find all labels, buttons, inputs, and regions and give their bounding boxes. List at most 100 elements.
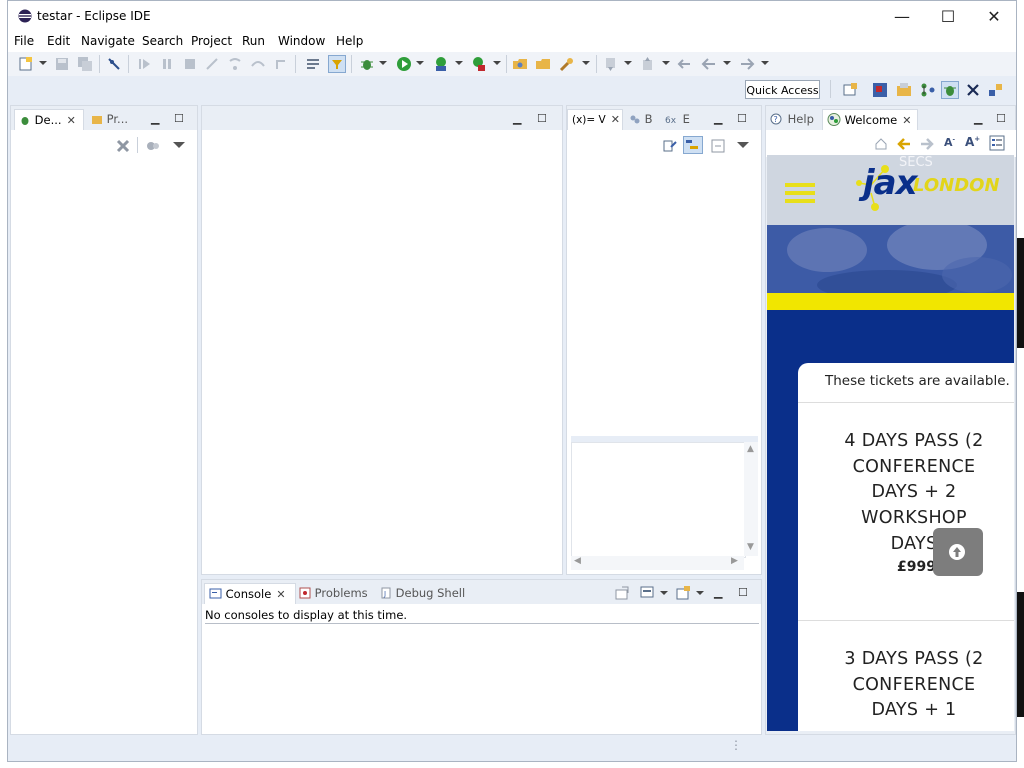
pass-3days-title[interactable]: 3 DAYS PASS (2 CONFERENCE DAYS + 1 — [798, 647, 1014, 724]
maximize-panel-icon[interactable]: ☐ — [174, 112, 184, 125]
collapse-all-icon[interactable] — [145, 138, 161, 154]
tab-debug[interactable]: De... ✕ — [14, 109, 84, 130]
next-annotation-dropdown-arrow[interactable] — [624, 61, 632, 65]
java-perspective-icon[interactable] — [872, 82, 888, 98]
step-over-icon[interactable] — [250, 56, 266, 72]
browser-forward-icon[interactable] — [919, 137, 935, 151]
details-horizontal-scrollbar[interactable]: ◀ ▶ — [571, 556, 744, 570]
scroll-left-icon[interactable]: ◀ — [574, 556, 581, 566]
scroll-right-icon[interactable]: ▶ — [731, 556, 738, 566]
minimize-panel-icon[interactable]: ▁ — [151, 112, 159, 125]
resume-icon[interactable] — [136, 56, 152, 72]
menu-run[interactable]: Run — [242, 34, 265, 48]
new-file-icon[interactable] — [18, 56, 34, 72]
use-step-filters-icon[interactable] — [328, 55, 346, 73]
tab-help[interactable]: ? Help — [770, 109, 814, 130]
minimize-panel-icon[interactable]: ▁ — [714, 586, 722, 599]
tab-expressions[interactable]: 6x E — [665, 109, 690, 130]
suspend-icon[interactable] — [159, 56, 175, 72]
debug-perspective-icon[interactable] — [941, 81, 959, 99]
run-icon[interactable] — [396, 56, 412, 72]
home-icon[interactable] — [874, 137, 888, 151]
resource-perspective-icon[interactable] — [896, 82, 912, 98]
new-dropdown-arrow[interactable] — [39, 61, 47, 65]
scroll-up-icon[interactable]: ▲ — [747, 444, 754, 454]
status-bar-grip-icon[interactable]: ⋮ — [730, 738, 742, 752]
view-menu-icon[interactable] — [173, 142, 185, 148]
minimize-panel-icon[interactable]: ▁ — [513, 112, 521, 125]
menu-edit[interactable]: Edit — [47, 34, 70, 48]
close-tab-icon[interactable]: ✕ — [67, 114, 76, 127]
terminate-icon[interactable] — [182, 56, 198, 72]
new-console-dropdown-arrow[interactable] — [696, 591, 704, 595]
tab-console[interactable]: Console ✕ — [204, 583, 296, 604]
maximize-panel-icon[interactable]: ☐ — [738, 586, 748, 599]
disconnect-icon[interactable] — [204, 56, 220, 72]
details-vertical-scrollbar[interactable]: ▲ ▼ — [744, 442, 758, 556]
view-menu-icon[interactable] — [737, 142, 749, 148]
maximize-panel-icon[interactable]: ☐ — [537, 112, 547, 125]
tab-debug-shell[interactable]: J Debug Shell — [380, 583, 465, 604]
remove-terminated-icon[interactable] — [115, 138, 131, 154]
menu-project[interactable]: Project — [191, 34, 232, 48]
step-return-icon[interactable] — [273, 56, 289, 72]
tab-project-explorer[interactable]: Pr... — [91, 109, 128, 130]
back-icon[interactable] — [701, 56, 717, 72]
show-type-names-icon[interactable] — [662, 138, 678, 154]
previous-annotation-dropdown-arrow[interactable] — [662, 61, 670, 65]
show-logical-structure-icon[interactable] — [683, 136, 703, 154]
search-dropdown-arrow[interactable] — [582, 61, 590, 65]
coverage-icon[interactable] — [433, 56, 449, 72]
maximize-panel-icon[interactable]: ☐ — [737, 112, 747, 125]
open-type-icon[interactable] — [512, 56, 528, 72]
git-perspective-icon[interactable] — [920, 82, 936, 98]
xml-perspective-icon[interactable] — [965, 82, 981, 98]
save-all-icon[interactable] — [77, 56, 93, 72]
collapse-all-icon[interactable] — [710, 138, 726, 154]
menu-file[interactable]: File — [14, 34, 34, 48]
run-dropdown-arrow[interactable] — [416, 61, 424, 65]
drop-to-frame-icon[interactable] — [305, 56, 321, 72]
minimize-panel-icon[interactable]: ▁ — [714, 112, 722, 125]
open-console-icon[interactable] — [614, 585, 630, 601]
close-tab-icon[interactable]: ✕ — [276, 588, 285, 601]
welcome-web-content[interactable]: SECS jax LONDON These tickets are availa… — [767, 155, 1014, 731]
last-edit-location-icon[interactable] — [677, 56, 693, 72]
tab-breakpoints[interactable]: B — [629, 109, 653, 130]
debug-dropdown-arrow[interactable] — [379, 61, 387, 65]
close-tab-icon[interactable]: ✕ — [611, 113, 620, 126]
increase-font-icon[interactable]: A+ — [965, 135, 980, 149]
forward-icon[interactable] — [739, 56, 755, 72]
forward-dropdown-arrow[interactable] — [761, 61, 769, 65]
external-tools-icon[interactable] — [471, 56, 487, 72]
details-pane[interactable] — [571, 442, 746, 558]
hamburger-menu-icon[interactable] — [783, 181, 817, 205]
show-in-table-of-contents-icon[interactable] — [989, 135, 1005, 151]
menu-help[interactable]: Help — [336, 34, 363, 48]
close-tab-icon[interactable]: ✕ — [902, 114, 911, 127]
step-into-icon[interactable] — [227, 56, 243, 72]
close-button[interactable]: ✕ — [971, 1, 1016, 32]
maximize-button[interactable]: ☐ — [925, 1, 971, 32]
minimize-panel-icon[interactable]: ▁ — [974, 112, 982, 125]
next-annotation-icon[interactable] — [603, 56, 619, 72]
tab-variables[interactable]: (x)= V ✕ — [567, 109, 623, 130]
coverage-dropdown-arrow[interactable] — [455, 61, 463, 65]
menu-navigate[interactable]: Navigate — [81, 34, 135, 48]
maximize-panel-icon[interactable]: ☐ — [996, 112, 1006, 125]
browser-back-icon[interactable] — [896, 137, 912, 151]
open-folder-icon[interactable] — [535, 56, 551, 72]
tab-problems[interactable]: Problems — [299, 583, 368, 604]
back-dropdown-arrow[interactable] — [723, 61, 731, 65]
previous-annotation-icon[interactable] — [640, 56, 656, 72]
team-perspective-icon[interactable] — [988, 82, 1004, 98]
scroll-to-top-button[interactable] — [933, 528, 983, 576]
open-perspective-icon[interactable] — [842, 82, 858, 98]
search-tool-icon[interactable] — [559, 56, 575, 72]
tab-welcome[interactable]: Welcome ✕ — [822, 109, 918, 130]
display-selected-console-icon[interactable] — [639, 585, 655, 601]
menu-window[interactable]: Window — [278, 34, 325, 48]
scroll-down-icon[interactable]: ▼ — [747, 542, 754, 552]
reduce-font-icon[interactable]: A- — [944, 136, 955, 149]
display-console-dropdown-arrow[interactable] — [660, 591, 668, 595]
